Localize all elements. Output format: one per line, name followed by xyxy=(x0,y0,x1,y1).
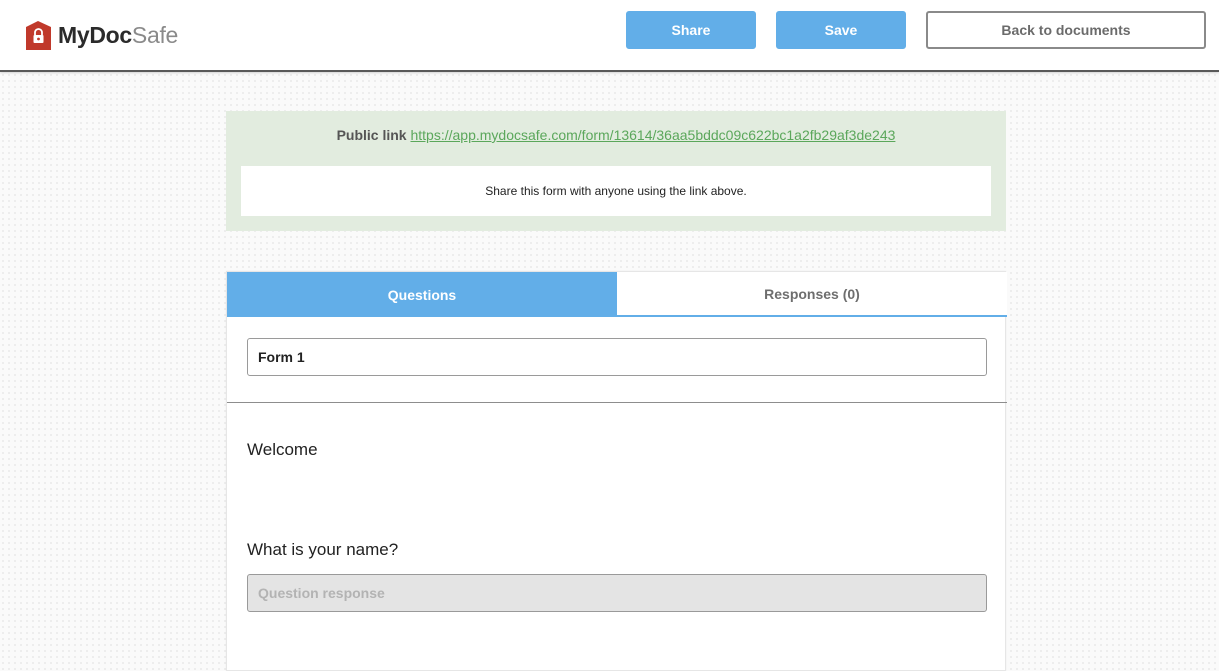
public-link-panel: Public link https://app.mydocsafe.com/fo… xyxy=(226,111,1006,231)
tab-responses[interactable]: Responses (0) xyxy=(617,272,1007,317)
top-header: MyDocSafe Share Save Back to documents xyxy=(0,0,1219,72)
section-welcome-text: Welcome xyxy=(247,440,318,459)
section-divider xyxy=(227,402,1007,403)
public-link-row: Public link https://app.mydocsafe.com/fo… xyxy=(226,127,1006,143)
form-title-input[interactable] xyxy=(247,338,987,376)
brand-name-light: Safe xyxy=(131,21,179,48)
share-button[interactable]: Share xyxy=(626,11,756,49)
app-logo[interactable]: MyDocSafe xyxy=(26,20,178,50)
public-link-url[interactable]: https://app.mydocsafe.com/form/13614/36a… xyxy=(410,127,895,143)
question-response-input[interactable] xyxy=(247,574,987,612)
question-label: What is your name? xyxy=(247,540,399,559)
form-card: Questions Responses (0) Welcome What is … xyxy=(226,271,1007,671)
brand-name-strong: MyDoc xyxy=(58,21,132,48)
public-link-note: Share this form with anyone using the li… xyxy=(241,166,991,216)
brand-name: MyDocSafe xyxy=(58,22,178,49)
tab-questions[interactable]: Questions xyxy=(227,272,617,317)
public-link-label: Public link xyxy=(336,127,407,143)
back-to-documents-button[interactable]: Back to documents xyxy=(926,11,1206,49)
lock-house-icon xyxy=(26,20,51,50)
save-button[interactable]: Save xyxy=(776,11,906,49)
form-tabs: Questions Responses (0) xyxy=(227,272,1007,317)
